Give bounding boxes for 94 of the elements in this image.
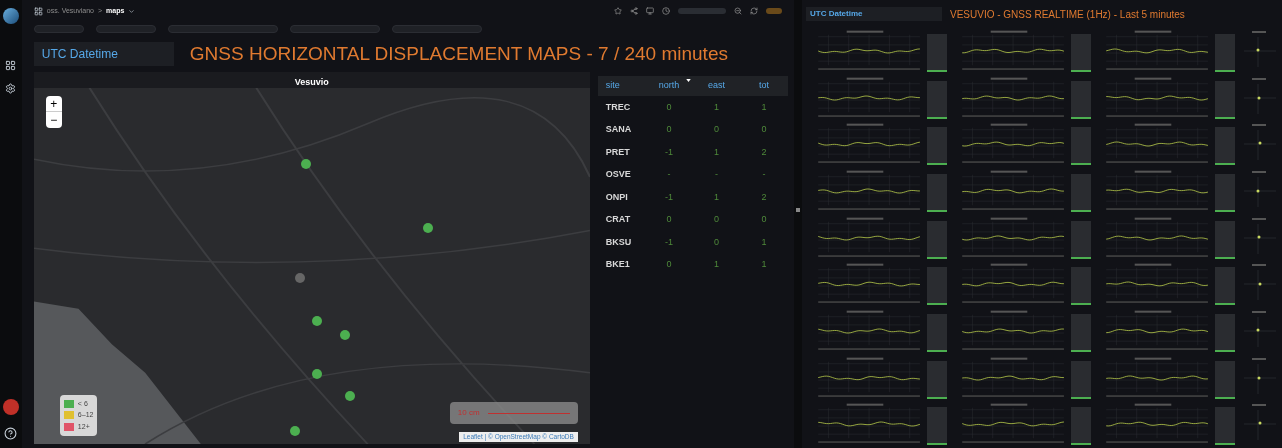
level-gauge: [1215, 80, 1235, 119]
help-icon[interactable]: [4, 427, 18, 440]
dashboard-grid-icon: [33, 6, 43, 16]
level-gauge: [927, 407, 947, 446]
monitor-icon[interactable]: [646, 7, 655, 15]
level-gauge: [1071, 314, 1091, 352]
table-cell-text: 1: [713, 190, 721, 204]
table-cell-text: 0: [665, 100, 673, 114]
panel-icon: [796, 208, 801, 212]
table-cell-text: TREC: [604, 100, 632, 114]
level-gauge: [1215, 34, 1235, 72]
level-gauge: [1215, 220, 1235, 259]
level-gauge: [1215, 314, 1235, 352]
level-gauge: [927, 34, 947, 72]
level-gauge: [927, 267, 947, 306]
table-cell-text: CRAT: [604, 213, 632, 226]
level-gauge: [927, 220, 947, 259]
zoom-in-button[interactable]: +: [45, 96, 62, 112]
station-marker: [311, 369, 322, 380]
table-cell-text: BKE1: [604, 258, 631, 271]
zoom-out-button[interactable]: −: [45, 112, 62, 128]
station-marker: [339, 330, 350, 341]
caret-icon: [128, 7, 136, 15]
station-marker: [300, 159, 311, 170]
column-header[interactable]: tot: [740, 76, 788, 96]
table-cell-text: 0: [713, 235, 721, 249]
level-gauge: [1071, 127, 1091, 166]
globe-logo-icon: [2, 8, 19, 24]
dashboard-title: VESUVIO - GNSS REALTIME (1Hz) - Last 5 minutes: [950, 7, 1185, 22]
table-cell-text: ONPI: [604, 190, 629, 204]
level-gauge: [927, 174, 947, 212]
level-gauge: [927, 314, 947, 352]
dashboards-icon[interactable]: [5, 60, 17, 71]
dashboard-title: GNSS HORIZONTAL DISPLACEMENT MAPS - 7 / 240 minutes: [189, 41, 728, 66]
share-icon[interactable]: [630, 7, 639, 15]
level-gauge: [927, 80, 947, 119]
table-cell-text: OSVE: [604, 168, 632, 181]
table-cell-text: 1: [713, 145, 721, 159]
level-gauge: [1071, 267, 1091, 306]
clock-icon[interactable]: [662, 7, 671, 15]
sort-icon: [685, 79, 691, 82]
level-gauge: [1215, 267, 1235, 306]
station-marker: [289, 426, 300, 437]
level-gauge: [1071, 407, 1091, 446]
table-cell-text: 0: [760, 123, 768, 136]
column-header[interactable]: site: [597, 76, 646, 96]
level-gauge: [927, 127, 947, 166]
zoom-out-icon[interactable]: [734, 7, 743, 15]
table-cell-text: -1: [664, 235, 675, 249]
level-gauge: [1071, 34, 1091, 72]
table-cell-text: 1: [760, 235, 768, 249]
table-cell-text: -: [761, 168, 767, 181]
level-gauge: [1071, 174, 1091, 212]
table-cell-text: -: [666, 168, 672, 181]
station-marker: [345, 390, 356, 401]
level-gauge: [1071, 220, 1091, 259]
table-cell-text: 0: [713, 213, 721, 226]
table-cell-text: 1: [713, 100, 721, 114]
level-gauge: [1215, 174, 1235, 212]
table-cell-text: 0: [760, 213, 768, 226]
datetime-panel: UTC Datetime: [33, 42, 174, 66]
table-cell-text: SANA: [604, 123, 633, 136]
refresh-icon[interactable]: [750, 7, 759, 15]
table-cell-text: 0: [665, 213, 673, 226]
table-cell-text: -1: [664, 190, 675, 204]
level-gauge: [1071, 360, 1091, 399]
level-gauge: [1215, 127, 1235, 166]
column-header[interactable]: north: [645, 76, 693, 96]
level-gauge: [1215, 407, 1235, 446]
table-cell-text: 0: [665, 123, 673, 136]
table-cell-text: 1: [760, 258, 768, 271]
table-cell-text: PRET: [604, 145, 631, 159]
table-cell-text: 1: [713, 258, 721, 271]
column-header[interactable]: east: [692, 76, 741, 96]
table-cell-text: 0: [665, 258, 673, 271]
table-cell-text: 2: [760, 190, 768, 204]
refresh-interval-picker[interactable]: [766, 8, 783, 14]
map-title: Vesuvio: [293, 76, 330, 89]
table-cell-text: BKSU: [604, 235, 633, 249]
level-gauge: [1071, 80, 1091, 119]
station-marker: [311, 315, 322, 326]
table-cell-text: 1: [760, 100, 768, 114]
table-cell-text: 0: [713, 123, 721, 136]
settings-icon[interactable]: [5, 83, 17, 94]
level-gauge: [927, 360, 947, 399]
station-marker: [295, 273, 306, 284]
table-cell-text: -: [714, 168, 720, 181]
star-icon[interactable]: [614, 7, 623, 15]
user-avatar-icon[interactable]: [2, 399, 19, 415]
datetime-panel: UTC Datetime: [806, 7, 942, 21]
level-gauge: [1215, 360, 1235, 399]
table-cell-text: -1: [664, 145, 675, 159]
station-marker: [423, 223, 434, 234]
table-cell-text: 2: [760, 145, 768, 159]
